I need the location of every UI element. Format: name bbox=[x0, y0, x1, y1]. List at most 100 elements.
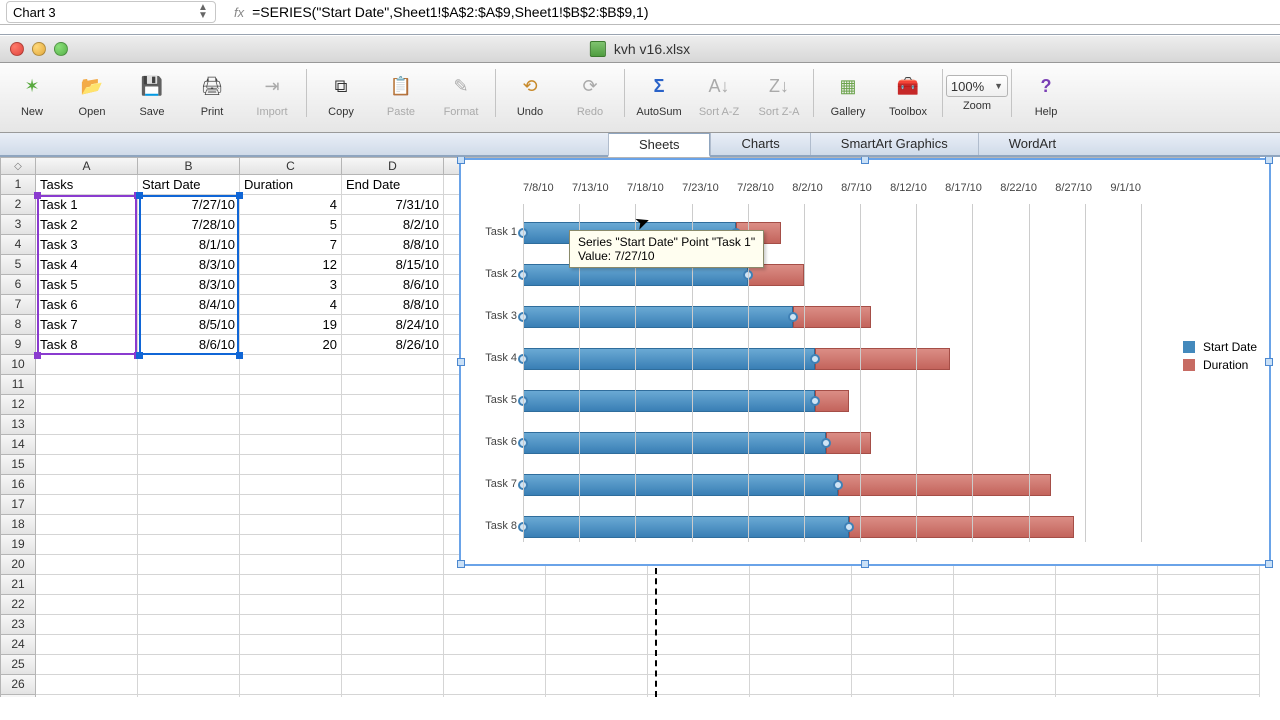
row-header[interactable]: 23 bbox=[0, 615, 36, 635]
print-button[interactable]: 🖨Print bbox=[188, 69, 236, 118]
cell[interactable]: 8/8/10 bbox=[342, 235, 444, 255]
cell[interactable] bbox=[648, 675, 750, 695]
cell[interactable] bbox=[750, 575, 852, 595]
cell[interactable] bbox=[36, 435, 138, 455]
cell[interactable] bbox=[138, 635, 240, 655]
cell[interactable]: 20 bbox=[240, 335, 342, 355]
select-all-corner[interactable]: ◇ bbox=[0, 157, 36, 175]
row-header[interactable]: 20 bbox=[0, 555, 36, 575]
cell[interactable] bbox=[240, 575, 342, 595]
cell[interactable] bbox=[342, 555, 444, 575]
cell[interactable]: 8/8/10 bbox=[342, 295, 444, 315]
cell[interactable] bbox=[750, 675, 852, 695]
cell[interactable] bbox=[342, 695, 444, 697]
row-header[interactable]: 21 bbox=[0, 575, 36, 595]
zoom-window-button[interactable] bbox=[54, 42, 68, 56]
cell[interactable]: Start Date bbox=[138, 175, 240, 195]
column-header-a[interactable]: A bbox=[36, 157, 138, 175]
cell[interactable] bbox=[648, 595, 750, 615]
cell[interactable] bbox=[240, 555, 342, 575]
cell[interactable] bbox=[546, 615, 648, 635]
cell[interactable] bbox=[240, 695, 342, 697]
cell[interactable]: End Date bbox=[342, 175, 444, 195]
name-box-stepper-icon[interactable]: ▲▼ bbox=[191, 4, 215, 20]
gallery-button[interactable]: ▦Gallery bbox=[824, 69, 872, 118]
cell[interactable] bbox=[36, 395, 138, 415]
cell[interactable] bbox=[546, 635, 648, 655]
cell[interactable] bbox=[36, 495, 138, 515]
row-header[interactable]: 27 bbox=[0, 695, 36, 697]
cell[interactable] bbox=[342, 655, 444, 675]
cell[interactable] bbox=[1056, 655, 1158, 675]
bar-start-date[interactable] bbox=[523, 306, 793, 328]
cell[interactable] bbox=[648, 635, 750, 655]
cell[interactable] bbox=[546, 655, 648, 675]
cell[interactable]: 3 bbox=[240, 275, 342, 295]
column-header-b[interactable]: B bbox=[138, 157, 240, 175]
cell[interactable] bbox=[36, 475, 138, 495]
cell[interactable] bbox=[1158, 695, 1260, 697]
cell[interactable] bbox=[852, 595, 954, 615]
cell[interactable] bbox=[342, 615, 444, 635]
cell[interactable] bbox=[342, 515, 444, 535]
bar-start-date[interactable] bbox=[523, 432, 826, 454]
cell[interactable] bbox=[954, 655, 1056, 675]
cell[interactable] bbox=[852, 655, 954, 675]
tab-smartart[interactable]: SmartArt Graphics bbox=[810, 133, 978, 155]
bar-start-date[interactable] bbox=[523, 390, 815, 412]
cell[interactable]: 8/6/10 bbox=[342, 275, 444, 295]
cell[interactable] bbox=[138, 495, 240, 515]
formula-input[interactable]: =SERIES("Start Date",Sheet1!$A$2:$A$9,Sh… bbox=[252, 4, 648, 20]
column-header-d[interactable]: D bbox=[342, 157, 444, 175]
embedded-chart[interactable]: 7/8/107/13/107/18/107/23/107/28/108/2/10… bbox=[459, 158, 1271, 566]
cell[interactable] bbox=[852, 615, 954, 635]
cell[interactable] bbox=[954, 635, 1056, 655]
cell[interactable] bbox=[1158, 615, 1260, 635]
cell[interactable] bbox=[138, 555, 240, 575]
cell[interactable] bbox=[1056, 675, 1158, 695]
cell[interactable] bbox=[546, 675, 648, 695]
cell[interactable] bbox=[444, 655, 546, 675]
cell[interactable] bbox=[444, 595, 546, 615]
row-header[interactable]: 12 bbox=[0, 395, 36, 415]
row-header[interactable]: 6 bbox=[0, 275, 36, 295]
cell[interactable] bbox=[1158, 575, 1260, 595]
row-header[interactable]: 19 bbox=[0, 535, 36, 555]
cell[interactable]: 8/26/10 bbox=[342, 335, 444, 355]
toolbox-button[interactable]: 🧰Toolbox bbox=[884, 69, 932, 118]
row-header[interactable]: 3 bbox=[0, 215, 36, 235]
help-button[interactable]: ?Help bbox=[1022, 69, 1070, 118]
cell[interactable] bbox=[138, 695, 240, 697]
cell[interactable] bbox=[36, 655, 138, 675]
row-header[interactable]: 13 bbox=[0, 415, 36, 435]
cell[interactable] bbox=[138, 595, 240, 615]
cell[interactable] bbox=[36, 455, 138, 475]
cell[interactable] bbox=[648, 655, 750, 675]
cell[interactable] bbox=[342, 495, 444, 515]
cell[interactable] bbox=[138, 455, 240, 475]
cell[interactable] bbox=[750, 595, 852, 615]
cell[interactable] bbox=[342, 475, 444, 495]
cell[interactable] bbox=[138, 575, 240, 595]
cell[interactable] bbox=[138, 655, 240, 675]
row-header[interactable]: 17 bbox=[0, 495, 36, 515]
cell[interactable] bbox=[138, 675, 240, 695]
cell[interactable] bbox=[954, 595, 1056, 615]
cell[interactable] bbox=[342, 375, 444, 395]
name-box[interactable]: Chart 3 ▲▼ bbox=[6, 1, 216, 23]
cell[interactable] bbox=[240, 475, 342, 495]
cell[interactable] bbox=[750, 635, 852, 655]
row-header[interactable]: 22 bbox=[0, 595, 36, 615]
cell[interactable] bbox=[240, 375, 342, 395]
cell[interactable] bbox=[648, 615, 750, 635]
cell[interactable]: 8/15/10 bbox=[342, 255, 444, 275]
row-header[interactable]: 9 bbox=[0, 335, 36, 355]
cell[interactable] bbox=[240, 655, 342, 675]
cell[interactable] bbox=[240, 415, 342, 435]
row-header[interactable]: 14 bbox=[0, 435, 36, 455]
cell[interactable] bbox=[240, 595, 342, 615]
cell[interactable] bbox=[36, 535, 138, 555]
cell[interactable] bbox=[750, 615, 852, 635]
row-header[interactable]: 4 bbox=[0, 235, 36, 255]
cell[interactable] bbox=[1056, 635, 1158, 655]
